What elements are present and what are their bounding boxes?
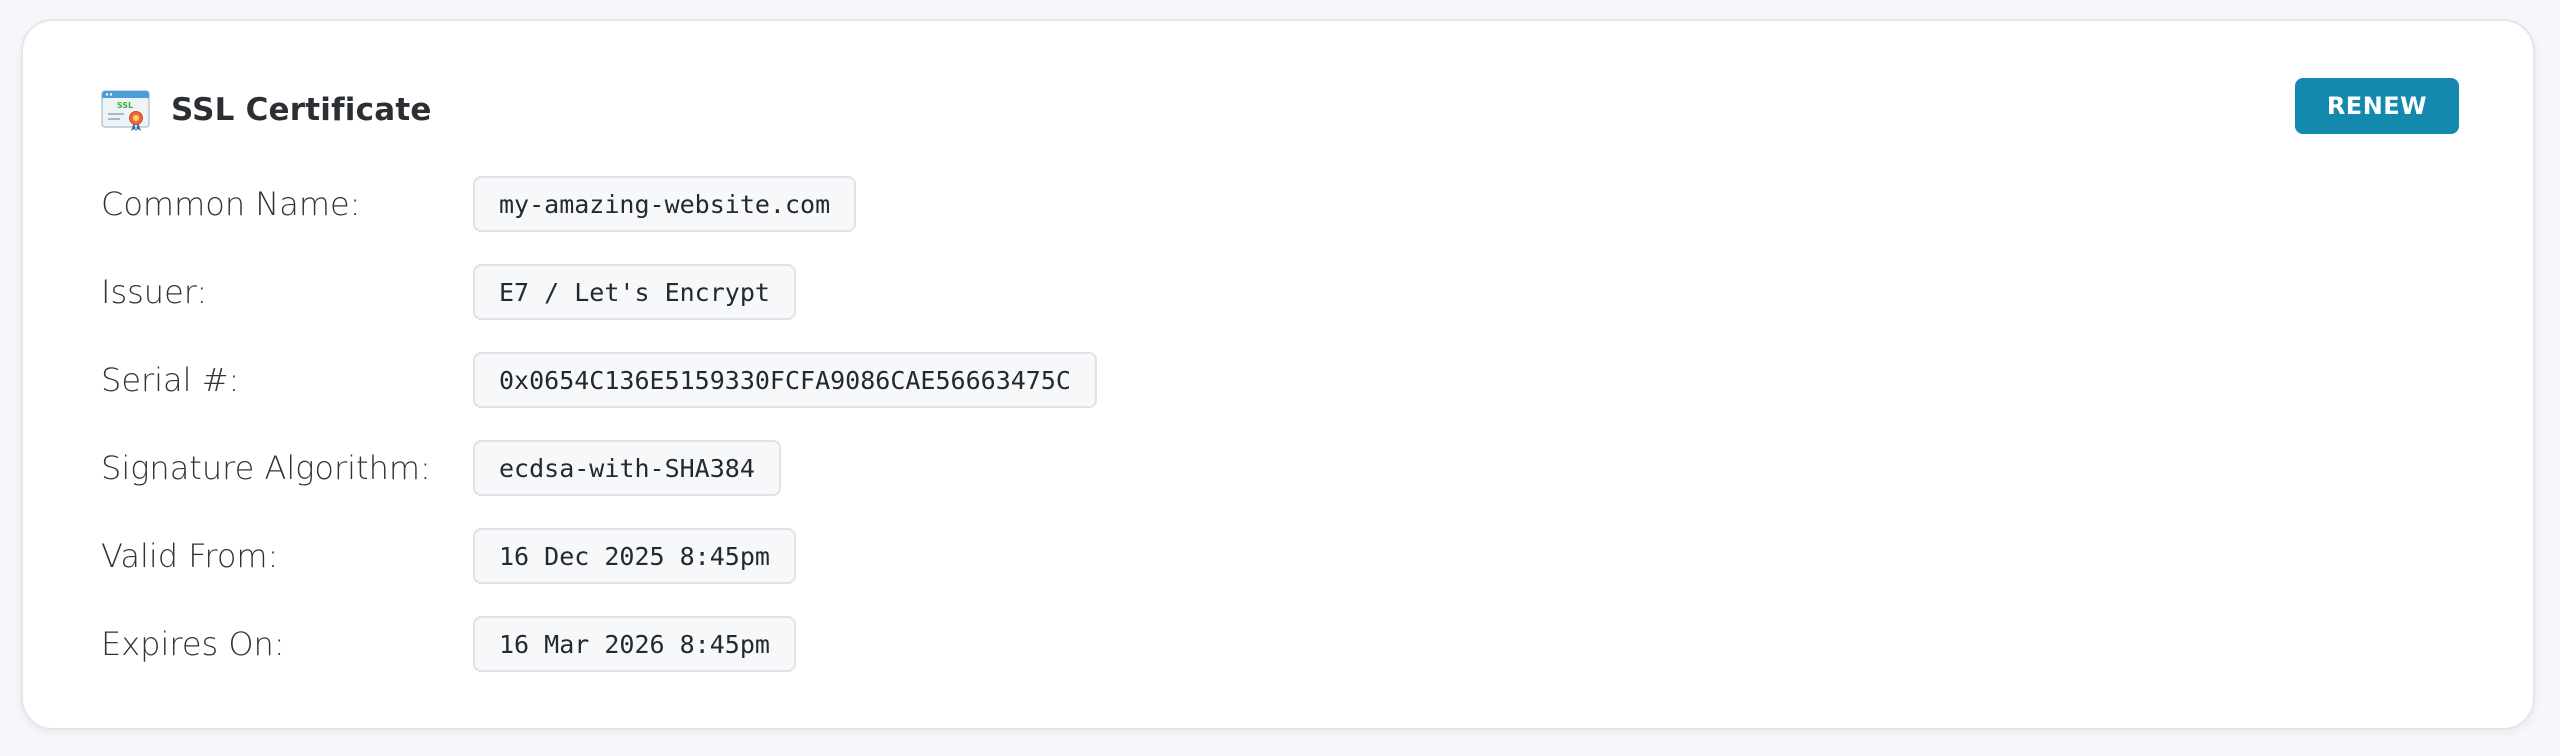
serial-value: 0x0654C136E5159330FCFA9086CAE56663475C (473, 352, 1097, 408)
card-title: SSL Certificate (171, 92, 432, 128)
ssl-icon-text: SSL (117, 101, 133, 110)
issuer-label: Issuer: (101, 273, 208, 311)
card-header: SSL SSL Certificate (101, 83, 432, 137)
expires-on-value: 16 Mar 2026 8:45pm (473, 616, 796, 672)
ssl-certificate-icon: SSL (101, 90, 150, 131)
issuer-value: E7 / Let's Encrypt (473, 264, 796, 320)
signature-algorithm-label: Signature Algorithm: (101, 449, 431, 487)
serial-label: Serial #: (101, 361, 240, 399)
common-name-value: my-amazing-website.com (473, 176, 857, 232)
renew-button[interactable]: RENEW (2295, 78, 2459, 134)
signature-algorithm-value: ecdsa-with-SHA384 (473, 440, 781, 496)
field-row-valid-from: Valid From: 16 Dec 2025 8:45pm (101, 528, 796, 584)
field-row-serial: Serial #: 0x0654C136E5159330FCFA9086CAE5… (101, 352, 1097, 408)
common-name-label: Common Name: (101, 185, 361, 223)
valid-from-label: Valid From: (101, 537, 279, 575)
ssl-certificate-card: SSL SSL Certificate RENEW Common Name: m… (21, 19, 2535, 730)
field-row-signature-algorithm: Signature Algorithm: ecdsa-with-SHA384 (101, 440, 781, 496)
valid-from-value: 16 Dec 2025 8:45pm (473, 528, 796, 584)
field-row-common-name: Common Name: my-amazing-website.com (101, 176, 857, 232)
field-row-expires-on: Expires On: 16 Mar 2026 8:45pm (101, 616, 796, 672)
field-row-issuer: Issuer: E7 / Let's Encrypt (101, 264, 796, 320)
expires-on-label: Expires On: (101, 625, 285, 663)
